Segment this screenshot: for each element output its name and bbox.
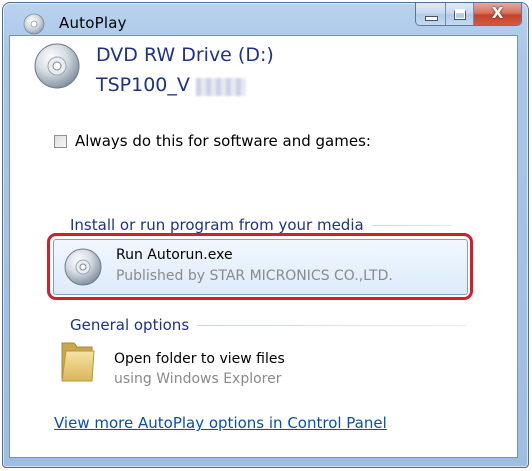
highlight-annotation — [47, 233, 473, 300]
caption-buttons: X — [415, 3, 522, 26]
always-do-label[interactable]: Always do this for software and games: — [75, 132, 371, 150]
close-button[interactable]: X — [474, 3, 521, 25]
open-folder-subtitle: using Windows Explorer — [114, 371, 282, 387]
disc-icon — [34, 43, 80, 89]
drive-name: DVD RW Drive (D:) — [96, 44, 274, 66]
install-section-header: Install or run program from your media — [70, 215, 452, 235]
maximize-button[interactable] — [446, 3, 474, 25]
maximize-icon — [454, 9, 466, 20]
section-divider — [197, 324, 468, 326]
media-name: TSP100_V — [96, 74, 190, 96]
open-folder-option[interactable]: Open folder to view files using Windows … — [58, 337, 358, 387]
close-icon: X — [491, 4, 504, 22]
window-title: AutoPlay — [59, 14, 127, 32]
always-do-row[interactable]: Always do this for software and games: — [54, 132, 371, 150]
minimize-button[interactable] — [416, 3, 446, 25]
folder-icon — [61, 342, 95, 382]
general-section-title: General options — [70, 316, 190, 334]
disc-icon — [23, 13, 45, 35]
always-do-checkbox[interactable] — [54, 134, 67, 148]
redacted-text — [196, 78, 246, 96]
install-section-title: Install or run program from your media — [70, 216, 364, 234]
minimize-icon — [425, 16, 438, 21]
section-divider — [371, 224, 452, 226]
control-panel-link[interactable]: View more AutoPlay options in Control Pa… — [54, 414, 387, 432]
open-folder-title: Open folder to view files — [114, 351, 285, 367]
general-section-header: General options — [70, 315, 468, 335]
title-bar[interactable]: AutoPlay X — [3, 3, 528, 39]
